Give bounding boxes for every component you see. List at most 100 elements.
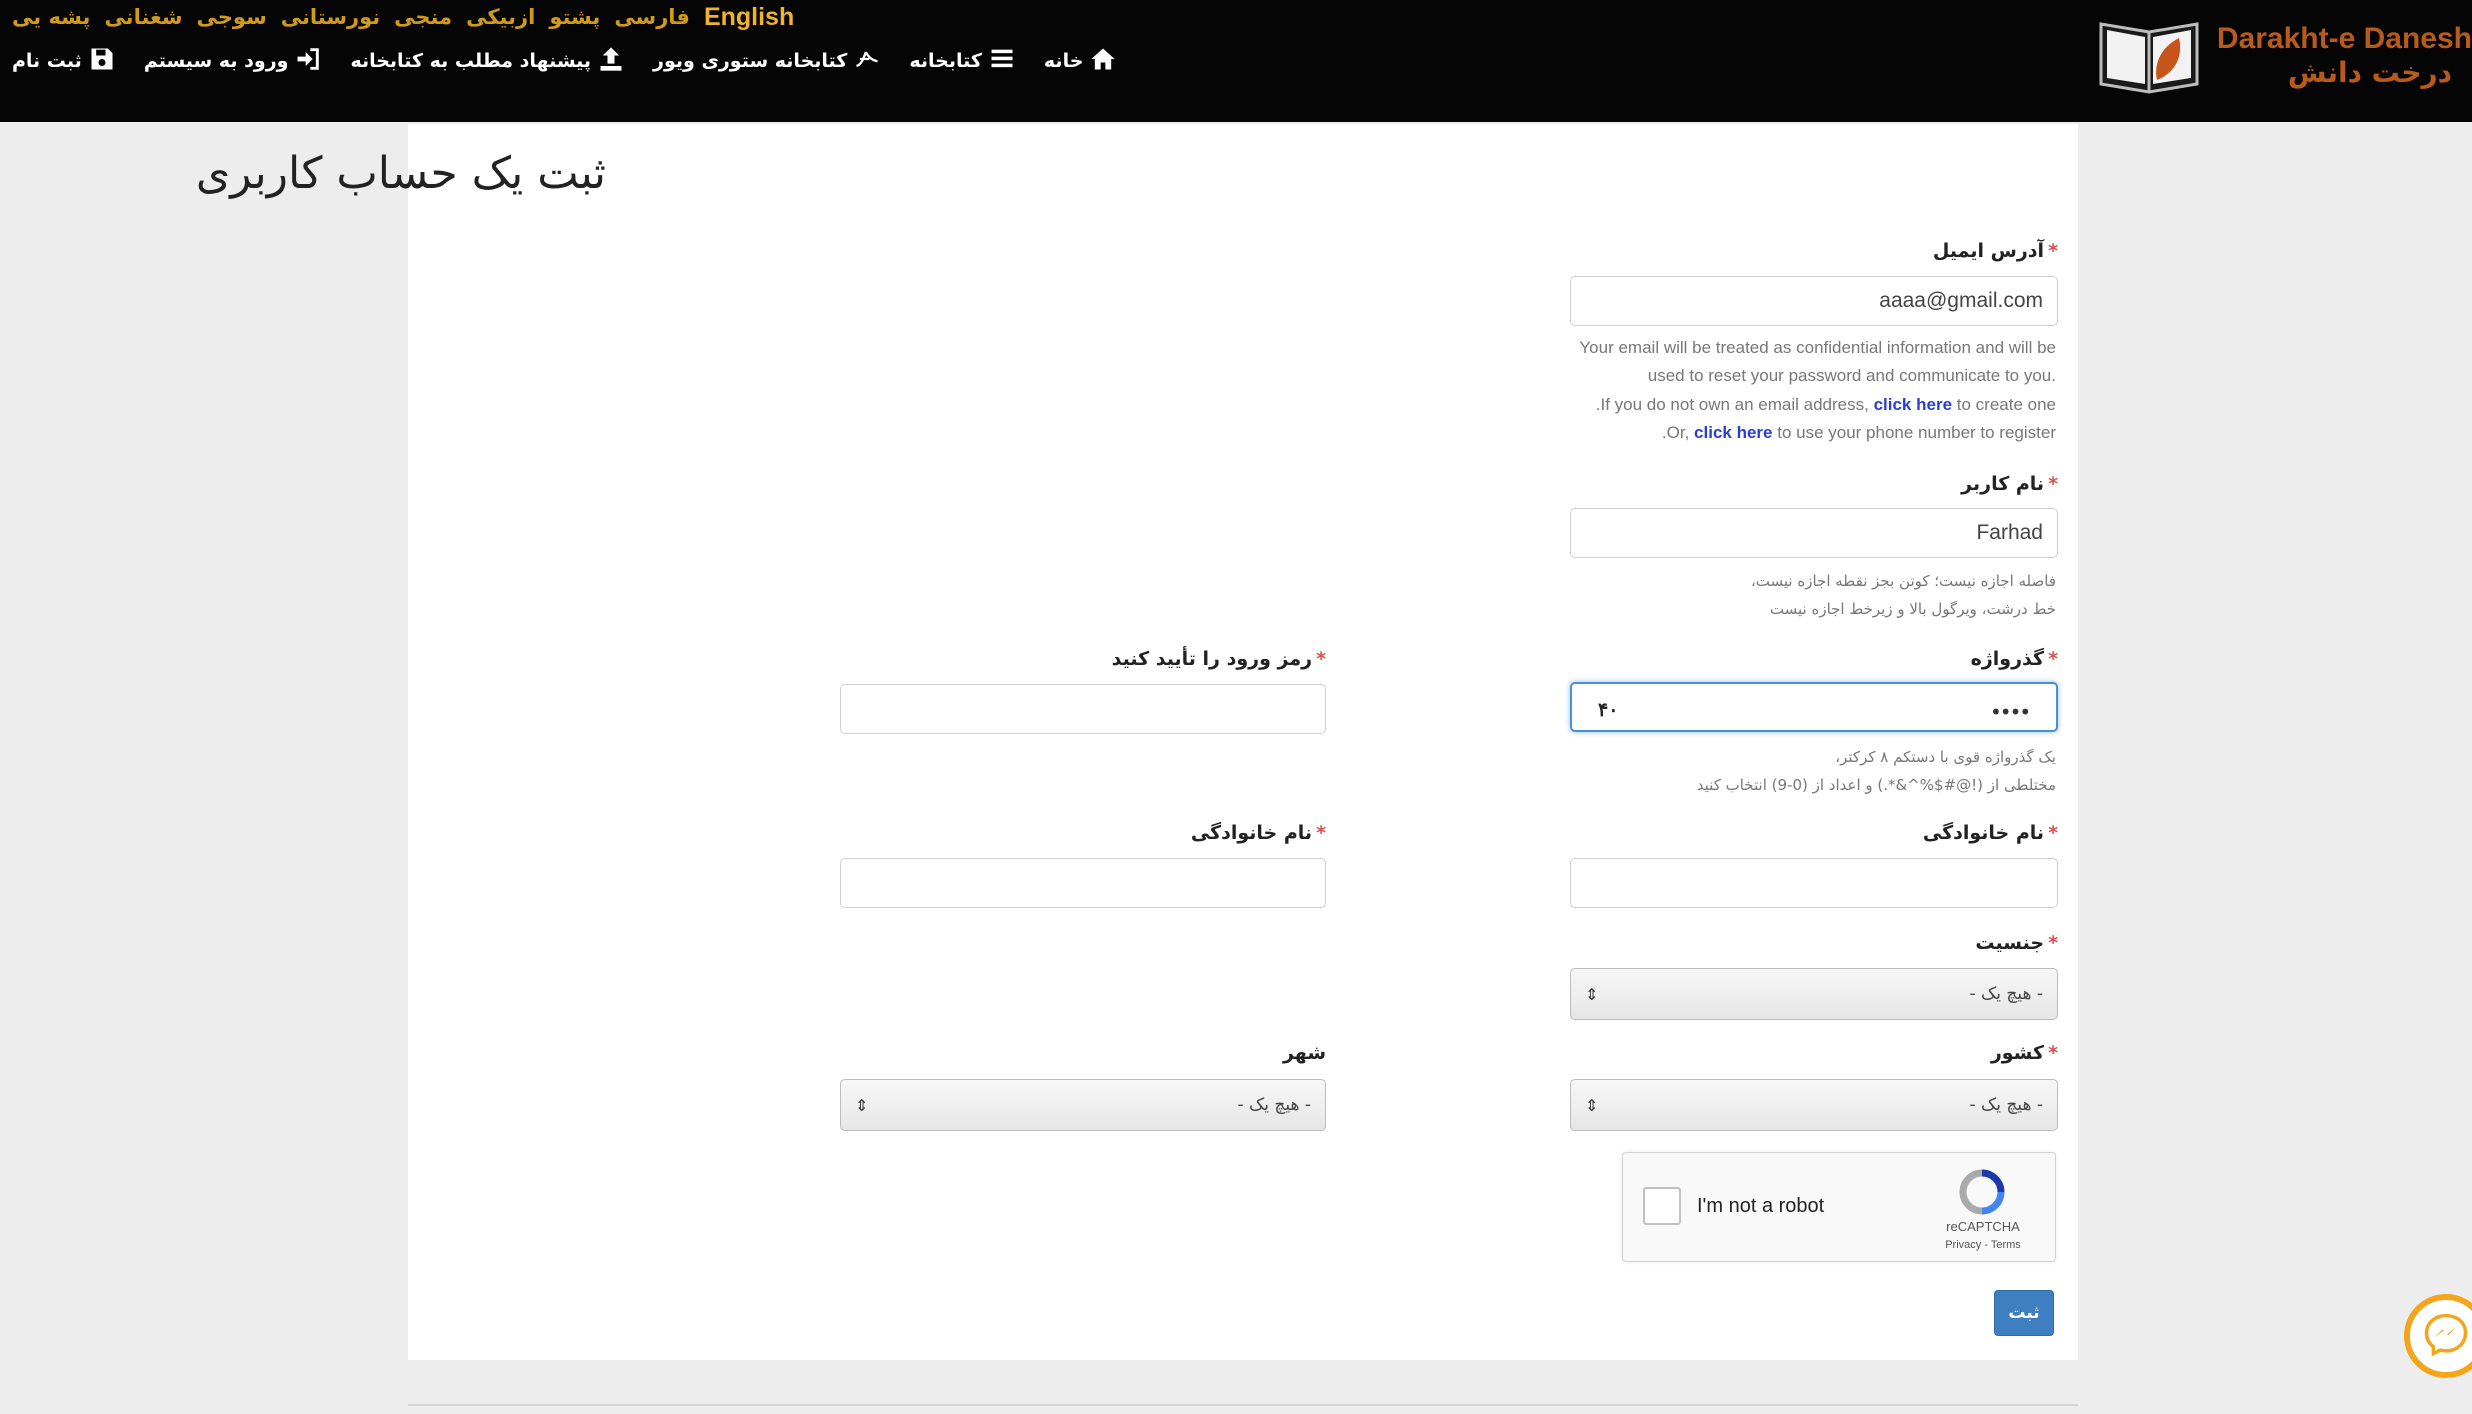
city-label-text: شهر: [1282, 1042, 1326, 1064]
recaptcha-checkbox[interactable]: [1643, 1187, 1681, 1225]
list-icon: [988, 45, 1016, 78]
lang-munji[interactable]: منجی: [394, 5, 452, 29]
city-label: شهر: [1283, 1042, 1326, 1064]
select-arrows-icon: ⇕: [1585, 984, 1599, 1004]
submit-button[interactable]: ثبت: [1994, 1290, 2054, 1336]
nav-home-label: خانه: [1043, 50, 1084, 72]
nav-library[interactable]: کتابخانه: [909, 45, 1016, 78]
nav-library-label: کتابخانه: [909, 50, 982, 72]
gender-selected: - هیچ یک -: [1969, 984, 2044, 1004]
username-help-line1: فاصله اجازه نیست؛ کوتن بجز نقطه اجازه نی…: [1750, 572, 2056, 590]
storyweaver-icon: [853, 45, 881, 78]
required-mark: *: [2048, 822, 2058, 844]
password-strength-indicator: ۴۰: [1598, 700, 1619, 721]
email-help-line3-tail: to create one: [1952, 395, 2056, 414]
phone-register-link[interactable]: click here: [1694, 423, 1772, 442]
last-name-field-2[interactable]: [840, 858, 1326, 908]
confirm-password-label: *رمز ورود را تأیید کنید: [1112, 648, 1326, 670]
nav-suggest[interactable]: پیشنهاد مطلب به کتابخانه: [350, 45, 625, 78]
recaptcha-widget: I'm not a robot reCAPTCHA Privacy - Term…: [1622, 1152, 2056, 1262]
nav-storyweaver-label: کتابخانه ستوری ویور: [653, 50, 848, 72]
main-nav: ثبت نام ورود به سیستم پیشنهاد مطلب به کت…: [12, 42, 1117, 80]
email-help-line1: Your email will be treated as confidenti…: [1579, 338, 2056, 357]
nav-register-label: ثبت نام: [12, 50, 82, 72]
required-mark: *: [2048, 932, 2058, 954]
select-arrows-icon: ⇕: [1585, 1095, 1599, 1115]
last-name-field[interactable]: [1570, 858, 2058, 908]
password-field[interactable]: [1570, 682, 2058, 732]
lang-nuristani[interactable]: نورستانی: [281, 5, 380, 29]
city-select[interactable]: - هیچ یک - ⇕: [840, 1079, 1326, 1131]
gender-label: *جنسیت: [1975, 932, 2058, 954]
messenger-chat-button[interactable]: [2404, 1294, 2472, 1378]
email-label-text: آدرس ایمیل: [1932, 240, 2045, 262]
country-select[interactable]: - هیچ یک - ⇕: [1570, 1079, 2058, 1131]
required-mark: *: [2048, 648, 2058, 670]
messenger-icon: [2423, 1311, 2469, 1361]
sign-in-icon: [294, 45, 322, 78]
brand-name-farsi: درخت دانش: [2287, 55, 2452, 89]
last-name-label: *نام خانوادگی: [1923, 822, 2058, 844]
email-label: *آدرس ایمیل: [1933, 240, 2058, 262]
select-arrows-icon: ⇕: [855, 1095, 869, 1115]
username-field[interactable]: Farhad: [1570, 508, 2058, 558]
divider: [408, 1404, 2078, 1406]
gender-select[interactable]: - هیچ یک - ⇕: [1570, 968, 2058, 1020]
required-mark: *: [2048, 240, 2058, 262]
recaptcha-icon: [1953, 1167, 2011, 1217]
country-label: *کشور: [1991, 1042, 2058, 1064]
recaptcha-links[interactable]: Privacy - Terms: [1923, 1239, 2043, 1251]
lang-pashayi[interactable]: پشه یی: [12, 5, 90, 29]
create-email-link[interactable]: click here: [1874, 395, 1952, 414]
username-label: *نام کاربر: [1961, 473, 2058, 495]
upload-icon: [597, 45, 625, 78]
city-selected: - هیچ یک -: [1237, 1095, 1312, 1115]
lang-shughni[interactable]: شغنانی: [104, 5, 182, 29]
nav-home[interactable]: خانه: [1044, 45, 1117, 78]
country-label-text: کشور: [1990, 1042, 2045, 1064]
home-icon: [1089, 45, 1117, 78]
brand-name-english: Darakht-e Danesh: [2216, 21, 2472, 55]
username-help-line2: خط درشت، ویرگول بالا و زیرخط اجازه نیست: [1769, 600, 2056, 618]
lang-farsi[interactable]: فارسی: [614, 5, 690, 29]
lang-english[interactable]: English: [704, 3, 794, 32]
lang-suji[interactable]: سوجی: [197, 5, 267, 29]
email-help-line4-text: .Or,: [1661, 423, 1695, 442]
required-mark: *: [2048, 1042, 2058, 1064]
email-help-line4-tail: to use your phone number to register: [1772, 423, 2056, 442]
confirm-password-label-text: رمز ورود را تأیید کنید: [1111, 648, 1313, 670]
nav-login-label: ورود به سیستم: [143, 50, 289, 72]
lang-uzbeki[interactable]: ازبیکی: [466, 5, 535, 29]
page-title: ثبت یک حساب کاربری: [195, 148, 606, 199]
nav-register[interactable]: ثبت نام: [12, 45, 116, 78]
username-label-text: نام کاربر: [1961, 473, 2045, 495]
top-bar: English فارسی پشتو ازبیکی منجی نورستانی …: [0, 0, 2472, 122]
nav-suggest-label: پیشنهاد مطلب به کتابخانه: [350, 50, 592, 72]
email-field[interactable]: aaaa@gmail.com: [1570, 276, 2058, 326]
nav-login[interactable]: ورود به سیستم: [144, 45, 323, 78]
nav-storyweaver[interactable]: کتابخانه ستوری ویور: [653, 45, 881, 78]
country-selected: - هیچ یک -: [1969, 1095, 2044, 1115]
recaptcha-label: I'm not a robot: [1697, 1195, 1825, 1217]
last-name-label-text: نام خانوادگی: [1922, 822, 2045, 844]
language-bar: English فارسی پشتو ازبیکی منجی نورستانی …: [12, 2, 794, 32]
email-help-line2: .used to reset your password and communi…: [1647, 366, 2056, 385]
password-label: *گذرواژه: [1971, 648, 2058, 670]
email-help-line3-text: .If you do not own an email address,: [1595, 395, 1874, 414]
last-name-label-2-text: نام خانوادگی: [1190, 822, 1313, 844]
email-help-line4: .Or, click here to use your phone number…: [1662, 423, 2056, 443]
password-help-line1: یک گذرواژه قوی با دستکم ۸ کرکتر،: [1835, 748, 2056, 766]
brand-text: Darakht-e Danesh درخت دانش: [2217, 22, 2472, 89]
required-mark: *: [1316, 648, 1326, 670]
confirm-password-field[interactable]: [840, 684, 1326, 734]
required-mark: *: [1316, 822, 1326, 844]
save-icon: [88, 45, 116, 78]
brand[interactable]: Darakht-e Danesh درخت دانش: [2095, 10, 2472, 100]
password-masked-value: ••••: [1990, 700, 2031, 724]
gender-label-text: جنسیت: [1975, 932, 2045, 954]
lang-pashto[interactable]: پشتو: [549, 5, 600, 29]
password-help-line2: مختلطی از (!@#$%^&*.) و اعداد از (0-9) ا…: [1696, 776, 2056, 794]
password-label-text: گذرواژه: [1970, 648, 2045, 670]
book-logo-icon: [2095, 10, 2203, 100]
last-name-label-2: *نام خانوادگی: [1191, 822, 1326, 844]
